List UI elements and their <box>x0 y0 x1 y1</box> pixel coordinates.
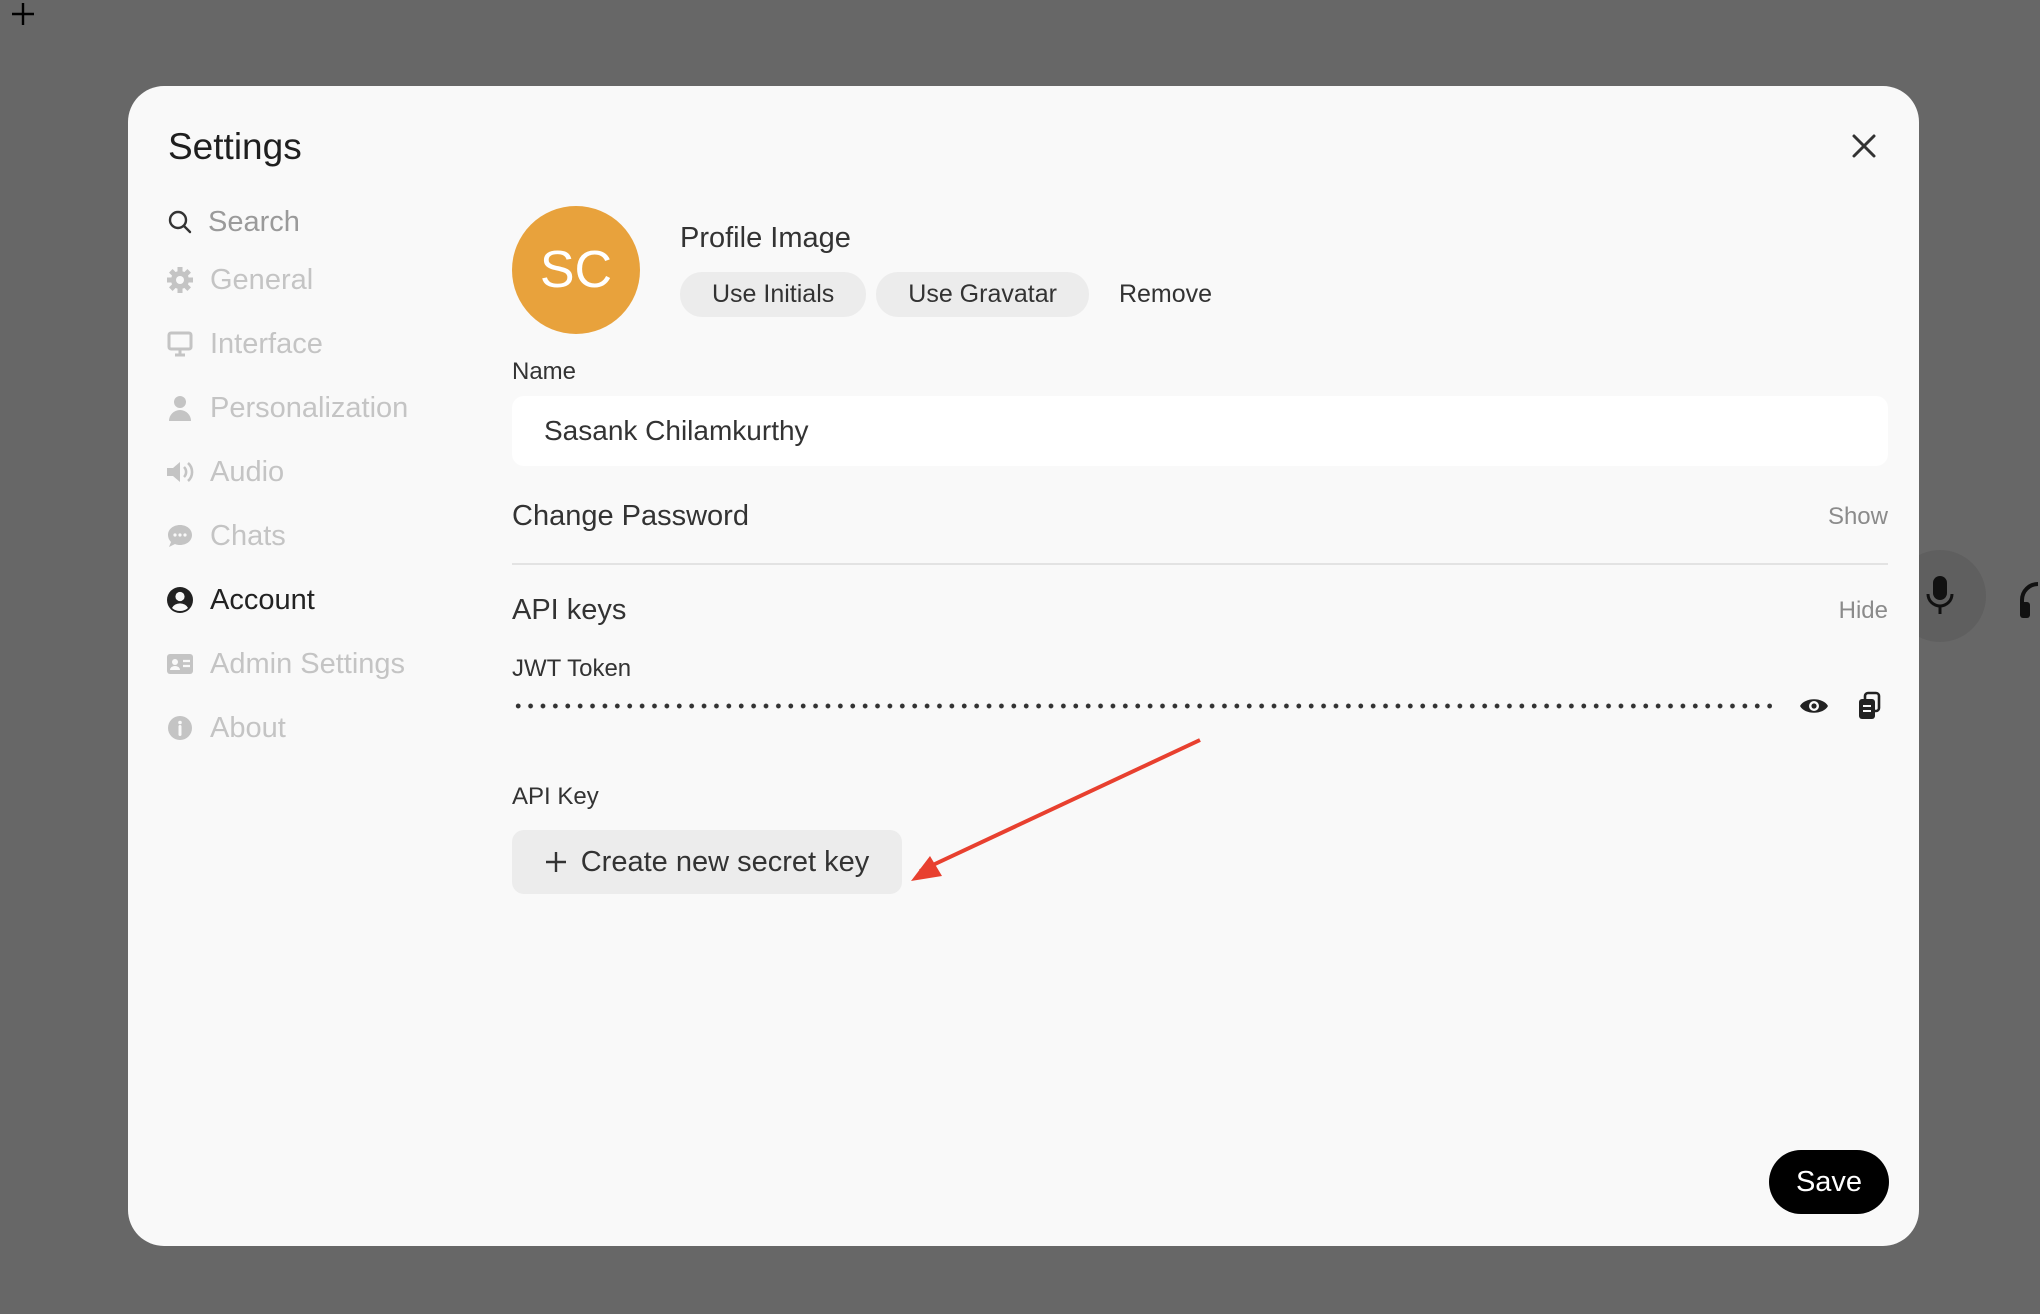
save-button[interactable]: Save <box>1769 1150 1889 1214</box>
headphones-icon[interactable] <box>2018 580 2040 620</box>
new-chat-plus-icon[interactable] <box>9 0 37 28</box>
annotation-arrow <box>911 738 1201 881</box>
settings-modal: Settings General Interface Perso <box>128 86 1919 1246</box>
microphone-icon <box>1926 576 1954 614</box>
